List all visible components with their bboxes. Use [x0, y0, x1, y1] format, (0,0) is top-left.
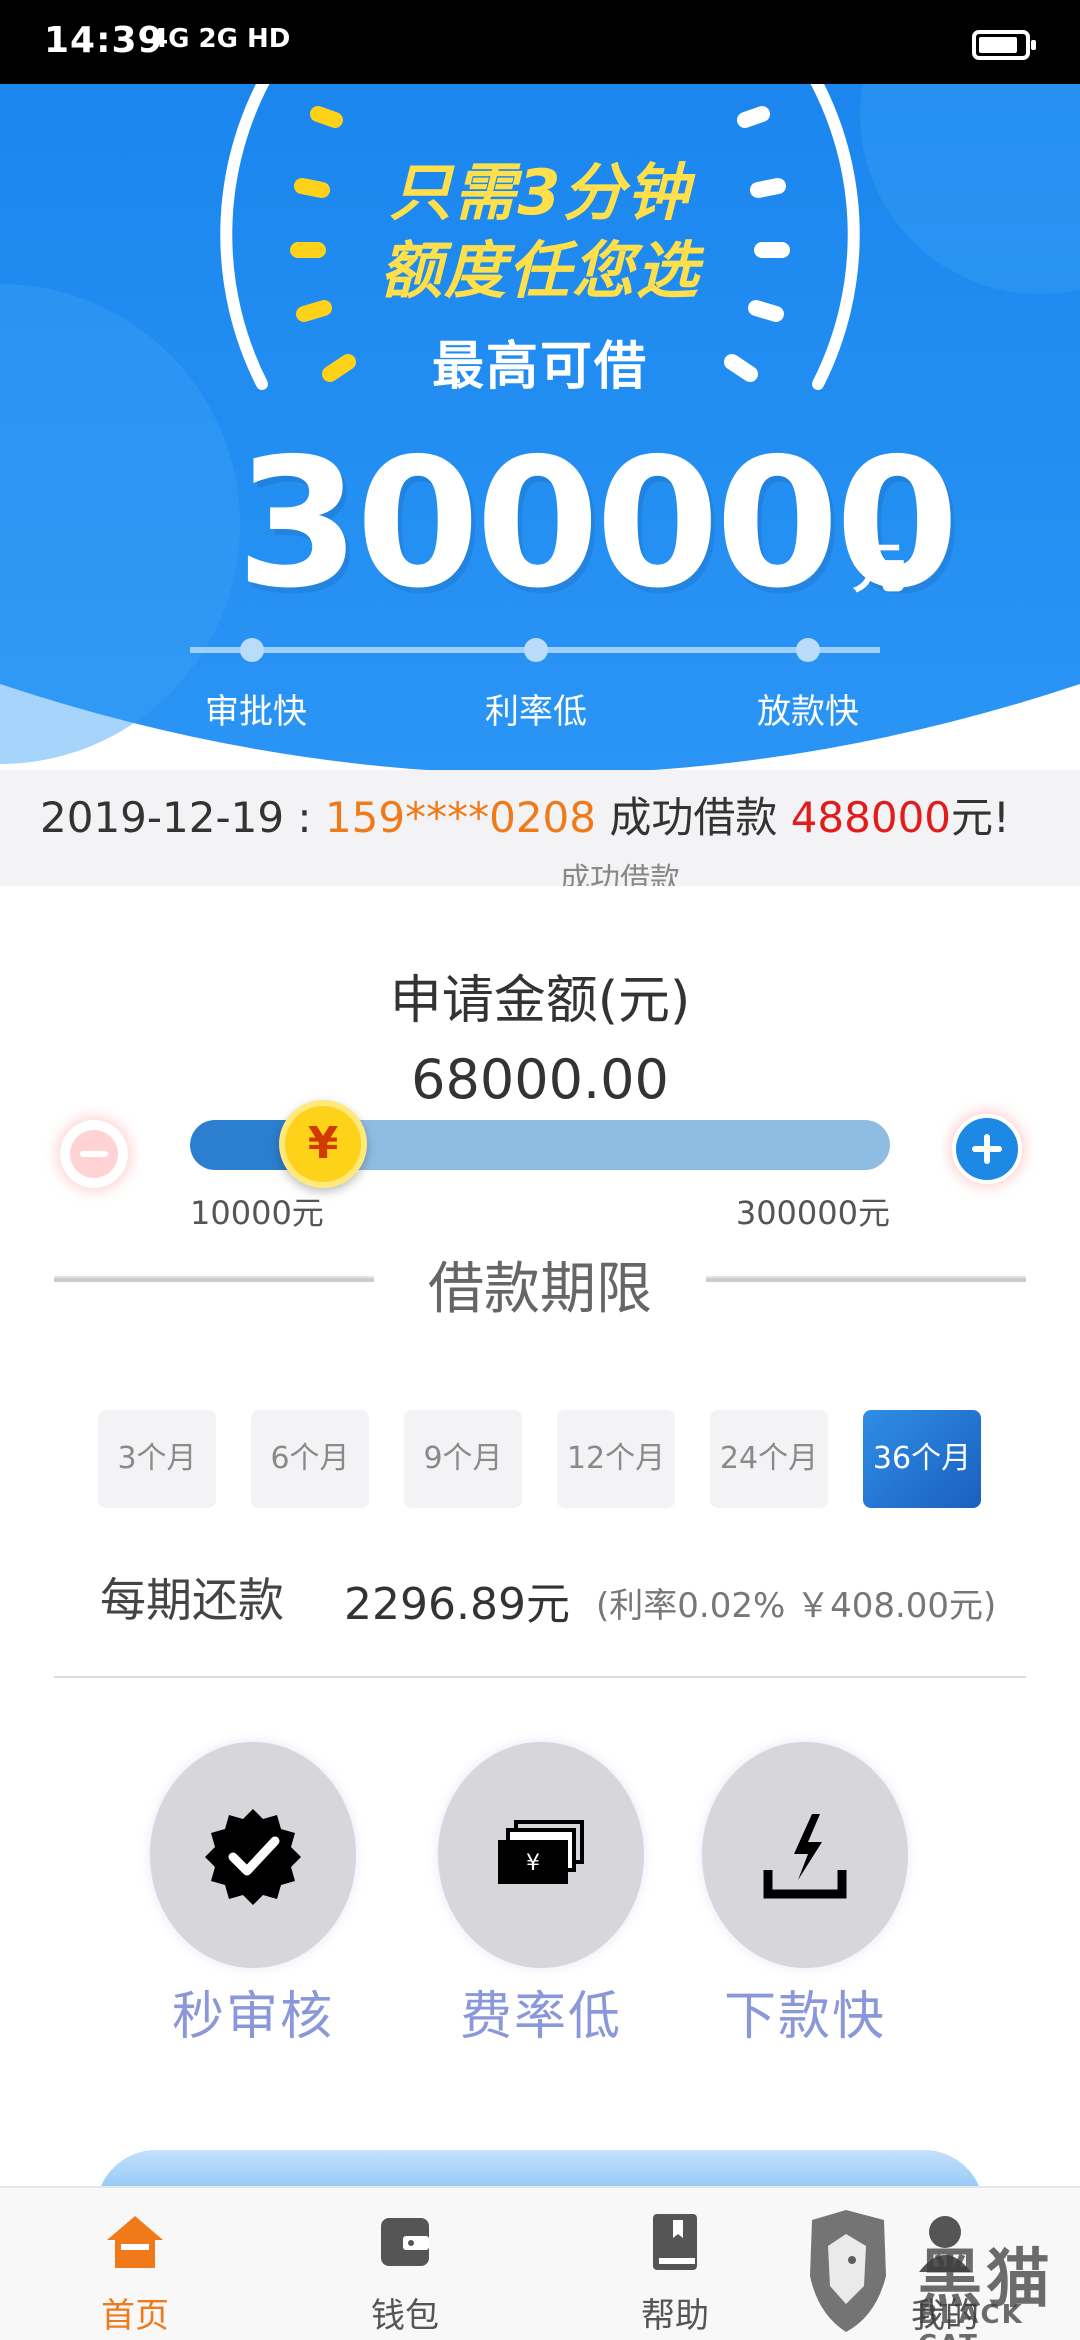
- home-icon: [107, 2216, 163, 2268]
- term-option-12[interactable]: 12个月: [557, 1410, 675, 1508]
- term-option-6[interactable]: 6个月: [251, 1410, 369, 1508]
- payment-note: (利率0.02% ￥408.00元): [596, 1586, 997, 1626]
- hero-feature-disburse: 放款快: [757, 692, 859, 732]
- slider-min-label: 10000元: [190, 1194, 324, 1232]
- amount-slider-thumb[interactable]: ¥: [279, 1100, 367, 1188]
- nav-label-home: 首页: [101, 2296, 169, 2336]
- hero-feature-rate: 利率低: [485, 692, 587, 732]
- feature-label: 秒审核: [171, 1987, 334, 2047]
- feature-label: 下款快: [723, 1987, 886, 2047]
- term-title: 借款期限: [428, 1257, 652, 1322]
- ticker-suffix: 元!: [951, 793, 1010, 842]
- nav-item-help[interactable]: 帮助: [600, 2188, 750, 2340]
- hero-slogan-line2: 额度任您选: [379, 234, 700, 307]
- wallet-icon: [381, 2218, 429, 2266]
- ticker-line: 2019-12-19 : 159****0208 成功借款 488000元!: [40, 784, 1010, 845]
- term-options: 3个月 6个月 9个月 12个月 24个月 36个月: [98, 1410, 982, 1508]
- nav-label-wallet: 钱包: [371, 2296, 439, 2336]
- decrease-amount-button[interactable]: [60, 1120, 128, 1188]
- signal-indicator: 4G 2G HD: [150, 24, 291, 54]
- book-icon: [653, 2214, 697, 2270]
- hero-unit: 元: [852, 537, 906, 600]
- term-option-9[interactable]: 9个月: [404, 1410, 522, 1508]
- feature-fast-disburse: 下款快: [702, 1742, 908, 2049]
- term-option-3[interactable]: 3个月: [98, 1410, 216, 1508]
- ticker-text: 成功借款: [596, 793, 791, 842]
- money-stack-icon: ¥: [438, 1742, 644, 1968]
- ticker-date: 2019-12-19 :: [40, 793, 325, 842]
- section-divider: [54, 1676, 1026, 1678]
- term-option-24[interactable]: 24个月: [710, 1410, 828, 1508]
- feature-label: 费率低: [459, 1987, 622, 2047]
- hero-feature-approval: 审批快: [205, 692, 307, 732]
- ticker-amount: 488000: [790, 793, 952, 842]
- nav-item-wallet[interactable]: 钱包: [330, 2188, 480, 2340]
- payment-value: 2296.89元: [344, 1579, 570, 1630]
- download-tray-icon: [702, 1742, 908, 1968]
- svg-text:¥: ¥: [526, 1851, 540, 1876]
- term-option-36[interactable]: 36个月: [863, 1410, 981, 1508]
- increase-amount-button[interactable]: [952, 1114, 1022, 1184]
- hero-slogan-line1: 只需3分钟: [389, 156, 691, 229]
- ticker-next-line: 成功借款: [560, 862, 680, 886]
- nav-item-home[interactable]: 首页: [60, 2188, 210, 2340]
- payment-label: 每期还款: [100, 1573, 284, 1627]
- status-time: 14:39: [44, 20, 164, 61]
- feature-low-fee: ¥ 费率低: [438, 1742, 644, 2049]
- battery-icon: [972, 30, 1036, 60]
- hero-max-amount: 300000: [236, 420, 959, 627]
- nav-label-help: 帮助: [641, 2296, 709, 2336]
- watermark-sub: BLACK CAT: [918, 2300, 1024, 2340]
- hero-banner[interactable]: 只需3分钟 额度任您选 最高可借 300000 元 审批快 利率低 放款快: [0, 84, 1080, 796]
- verified-badge-icon: [150, 1742, 356, 1968]
- ticker-phone: 159****0208: [324, 793, 596, 842]
- hero-subtitle: 最高可借: [431, 337, 648, 397]
- loan-amount-value: 68000.00: [411, 1048, 669, 1111]
- slider-max-label: 300000元: [735, 1194, 890, 1232]
- loan-amount-title: 申请金额(元): [389, 971, 691, 1031]
- feature-fast-review: 秒审核: [150, 1742, 356, 2049]
- status-bar: 14:39 4G 2G HD: [0, 0, 1080, 84]
- loan-ticker: 2019-12-19 : 159****0208 成功借款 488000元! 成…: [0, 770, 1080, 886]
